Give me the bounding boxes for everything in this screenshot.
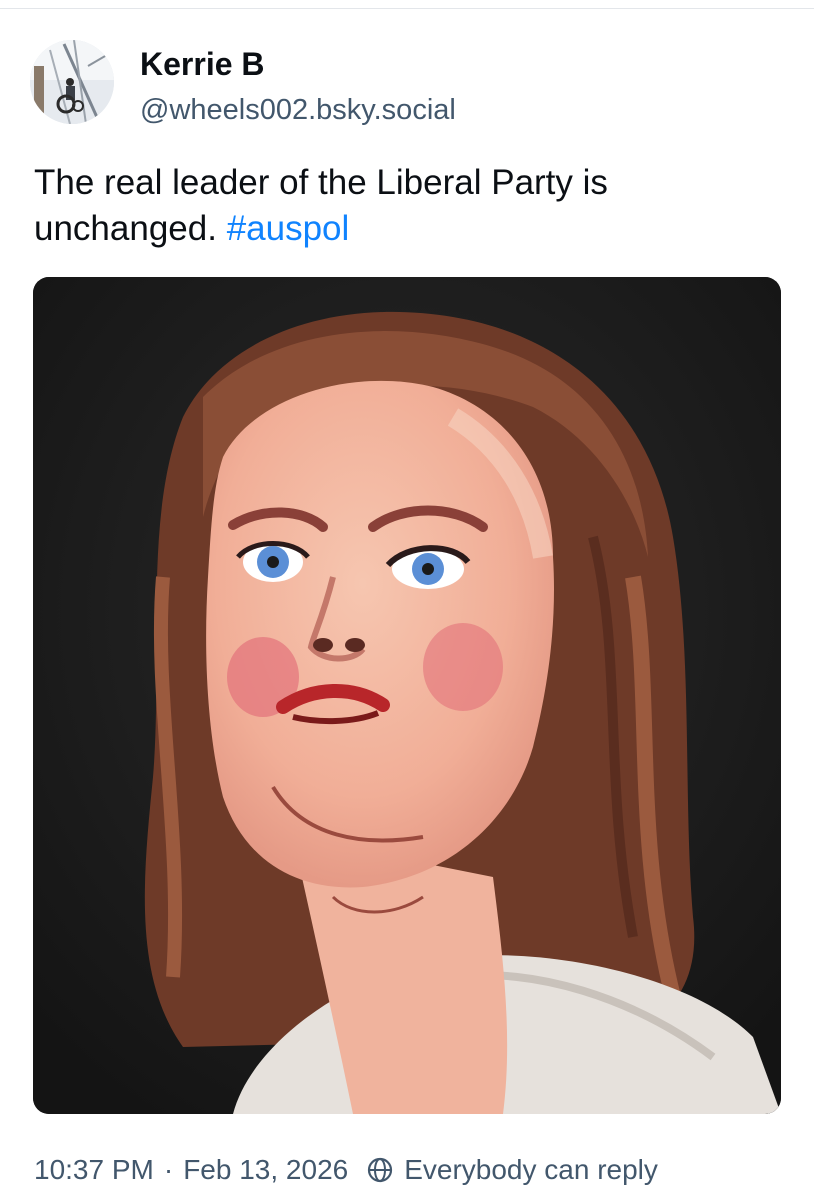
post-view: Kerrie B @wheels002.bsky.social The real… xyxy=(0,0,814,1200)
portrait-painting xyxy=(33,277,781,1114)
meta-separator: · xyxy=(163,1154,174,1185)
post-time[interactable]: 10:37 PM xyxy=(34,1154,154,1186)
top-divider xyxy=(0,8,814,9)
author-handle[interactable]: @wheels002.bsky.social xyxy=(140,92,456,128)
post-meta: 10:37 PM · Feb 13, 2026 Everybody can re… xyxy=(34,1150,658,1190)
post-date[interactable]: Feb 13, 2026 xyxy=(183,1154,348,1186)
author-display-name[interactable]: Kerrie B xyxy=(140,44,265,84)
avatar[interactable] xyxy=(30,40,114,124)
hashtag-link[interactable]: #auspol xyxy=(227,209,350,248)
avatar-icon xyxy=(30,40,114,124)
globe-icon xyxy=(366,1156,394,1184)
post-text: The real leader of the Liberal Party is … xyxy=(34,160,794,252)
reply-setting[interactable]: Everybody can reply xyxy=(404,1154,658,1186)
post-image[interactable] xyxy=(33,277,781,1114)
